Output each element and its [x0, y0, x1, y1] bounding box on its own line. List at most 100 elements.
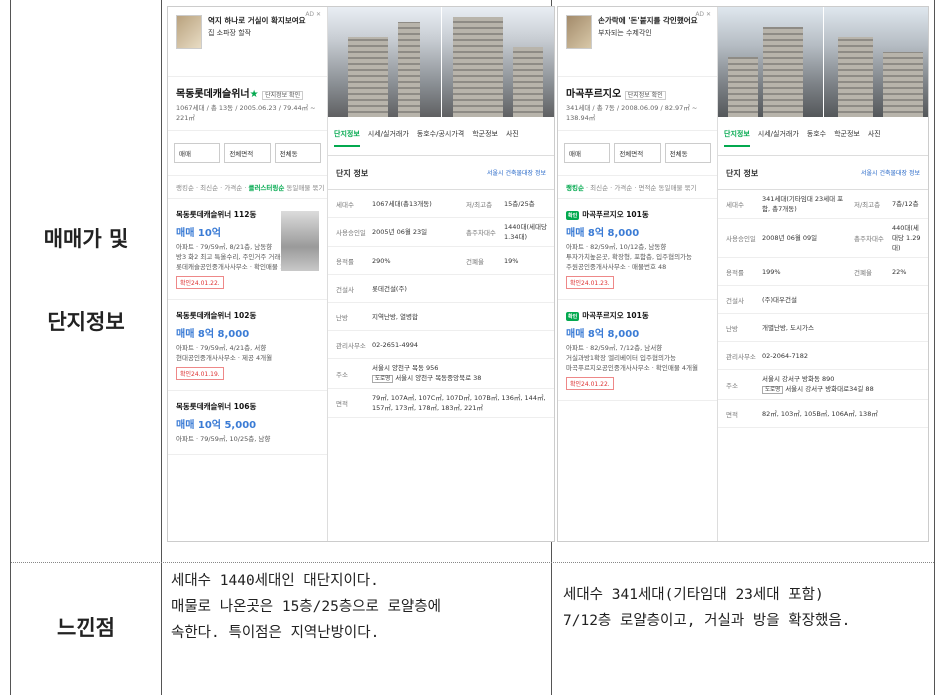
- info-row: 난방 지역난방, 열병합: [328, 303, 554, 331]
- complex-photo[interactable]: [328, 7, 554, 117]
- sort-ranking[interactable]: 랭킹순: [176, 184, 194, 192]
- ad-sub: 부자되는 수제각인: [598, 29, 652, 37]
- detail-panel: 단지정보 시세/실거래가 동호수/공시가격 학군정보 사진 단지 정보 서울시 건…: [328, 7, 554, 541]
- sort-area[interactable]: 면적순: [638, 184, 656, 192]
- listing-desc: 아파트 · 82/59㎡, 7/12층, 남서향: [566, 344, 663, 352]
- star-icon: ★: [249, 89, 259, 100]
- complex-summary: 1067세대 / 총 13동 / 2005.06.23 / 79.44㎡ ~ 2…: [168, 102, 327, 131]
- ad-image: [566, 15, 592, 49]
- filter-trade-type[interactable]: 매매: [174, 143, 221, 163]
- right-screenshot: 손가락에 '돈'붙지를 각인했어요 부자되는 수제각인 AD ✕ 마곡푸르지오 단…: [557, 6, 929, 542]
- list-item[interactable]: 목동롯데캐슬위너 106동 매매 10억 5,000 아파트 · 79/59㎡,…: [168, 391, 327, 455]
- tab-units[interactable]: 동호수: [807, 129, 826, 147]
- row-divider: [11, 562, 934, 563]
- tab-photos[interactable]: 사진: [506, 129, 519, 147]
- tab-complex-info[interactable]: 단지정보: [724, 129, 750, 147]
- ad-banner[interactable]: 역지 하나로 거실이 확지보여요 집 소파장 할작 AD ✕: [168, 7, 327, 77]
- listing-desc: 아파트 · 79/59㎡, 4/21층, 서향: [176, 344, 267, 352]
- filter-area[interactable]: 전체면적: [224, 143, 271, 163]
- sort-latest[interactable]: 최신순: [200, 184, 218, 192]
- confirm-date: 확인24.01.19.: [176, 367, 224, 380]
- filter-building[interactable]: 전체동: [664, 143, 711, 163]
- listing-title: 목동롯데캐슬위너 102동: [176, 311, 257, 320]
- detail-panel: 단지정보 시세/실거래가 동호수 학군정보 사진 단지 정보 서울시 건축물대장 …: [718, 7, 928, 541]
- list-item[interactable]: 확인 마곡푸르지오 101동 매매 8억 8,000 아파트 · 82/59㎡, …: [558, 199, 717, 300]
- note-line: 매물로 나온곳은 15층/25층으로 로얄층에: [171, 599, 441, 615]
- listing-agent: 현대공인중개사사무소 · 제공 4개월: [176, 354, 273, 362]
- label-line-2: 단지정보: [47, 310, 125, 334]
- info-row: 사용승인일 2005년 06월 23일 총주차대수 1440대(세대당 1.34대): [328, 218, 554, 247]
- tab-units[interactable]: 동호수/공시가격: [417, 129, 464, 147]
- label-impressions-text: 느낀점: [57, 616, 115, 640]
- label-price-info: 매매가 및 단지정보: [11, 0, 161, 562]
- info-row: 면적 82㎡, 103㎡, 105B㎡, 106A㎡, 138㎡: [718, 400, 928, 428]
- group-toggle[interactable]: 동일매물 묶기: [286, 184, 324, 192]
- filter-trade-type[interactable]: 매매: [564, 143, 611, 163]
- divider: [161, 0, 162, 695]
- info-row: 사용승인일 2008년 06월 09일 총주차대수 440대(세대당 1.29대): [718, 219, 928, 258]
- listing-thumbnail[interactable]: [281, 211, 319, 271]
- info-row: 난방 개별난방, 도시가스: [718, 314, 928, 342]
- note-line: 속한다. 특이점은 지역난방이다.: [171, 625, 380, 641]
- filter-building[interactable]: 전체동: [274, 143, 321, 163]
- ad-title: 역지 하나로 거실이 확지보여요: [208, 16, 306, 25]
- sort-active[interactable]: 랭킹순: [566, 184, 584, 192]
- listing-title: 마곡푸르지오 101동: [582, 311, 649, 320]
- section-header: 단지 정보 서울시 건축물대장 정보: [718, 156, 928, 190]
- sort-latest[interactable]: 최신순: [590, 184, 608, 192]
- listing-agent: 마곡푸르지오공인중개사사무소 · 확인매물 4개월: [566, 364, 699, 372]
- filter-area[interactable]: 전체면적: [614, 143, 661, 163]
- complex-photo[interactable]: [718, 7, 928, 117]
- info-row: 관리사무소 02-2064-7182: [718, 342, 928, 370]
- verify-badge[interactable]: 단지정보 확인: [262, 91, 304, 100]
- tab-price[interactable]: 시세/실거래가: [758, 129, 799, 147]
- confirm-date: 확인24.01.22.: [176, 276, 224, 289]
- info-row: 면적 79㎡, 107A㎡, 107C㎡, 107D㎡, 107B㎡, 136㎡,…: [328, 389, 554, 418]
- left-screenshot: 역지 하나로 거실이 확지보여요 집 소파장 할작 AD ✕ 목동롯데캐슬위너★ …: [167, 6, 555, 542]
- sort-price[interactable]: 가격순: [614, 184, 632, 192]
- note-line: 세대수 341세대(기타임대 23세대 포함): [563, 587, 824, 603]
- tab-school[interactable]: 학군정보: [472, 129, 498, 147]
- complex-summary: 341세대 / 총 7동 / 2008.06.09 / 82.97㎡ ~ 138…: [558, 102, 717, 131]
- list-item[interactable]: 목동롯데캐슬위너 112동 매매 10억 아파트 · 79/59㎡, 8/21층…: [168, 199, 327, 300]
- sort-price[interactable]: 가격순: [224, 184, 242, 192]
- group-toggle[interactable]: 동일매물 묶기: [659, 184, 697, 192]
- comparison-table: 매매가 및 단지정보 느낀점 역지 하나로 거실이 확지보여요 집 소파장 할작 …: [10, 0, 935, 695]
- verified-icon: 확인: [566, 311, 580, 321]
- listing-price: 매매 8억 8,000: [566, 228, 640, 239]
- tab-school[interactable]: 학군정보: [834, 129, 860, 147]
- sort-bar: 랭킹순 · 최신순 · 가격순 · 면적순 동일매물 묶기: [558, 176, 717, 199]
- detail-tabs: 단지정보 시세/실거래가 동호수/공시가격 학군정보 사진: [328, 117, 554, 156]
- ad-close-icon[interactable]: AD ✕: [305, 11, 321, 18]
- listing-desc: 아파트 · 82/59㎡, 10/12층, 남동향: [566, 243, 667, 251]
- listing-column: 역지 하나로 거실이 확지보여요 집 소파장 할작 AD ✕ 목동롯데캐슬위너★ …: [168, 7, 328, 541]
- label-impressions: 느낀점: [11, 562, 161, 695]
- list-item[interactable]: 목동롯데캐슬위너 102동 매매 8억 8,000 아파트 · 79/59㎡, …: [168, 300, 327, 391]
- info-row: 주소 서울시 양천구 목동 956 도로명 서울시 양천구 목동중앙북로 38: [328, 359, 554, 389]
- listing-price: 매매 8억 8,000: [176, 329, 250, 340]
- sort-active[interactable]: 클러스터링순: [248, 184, 284, 192]
- info-row: 용적률 290% 건폐율 19%: [328, 247, 554, 275]
- list-item[interactable]: 확인 마곡푸르지오 101동 매매 8억 8,000 아파트 · 82/59㎡, …: [558, 300, 717, 401]
- ad-image: [176, 15, 202, 49]
- note-line: 7/12층 로얄층이고, 거실과 방을 확장했음.: [563, 613, 851, 629]
- listing-price: 매매 10억 5,000: [176, 420, 257, 431]
- info-row: 건설사 (주)대우건설: [718, 286, 928, 314]
- registry-link[interactable]: 서울시 건축물대장 정보: [487, 168, 546, 179]
- listing-column: 손가락에 '돈'붙지를 각인했어요 부자되는 수제각인 AD ✕ 마곡푸르지오 단…: [558, 7, 718, 541]
- ad-close-icon[interactable]: AD ✕: [695, 11, 711, 18]
- ad-banner[interactable]: 손가락에 '돈'붙지를 각인했어요 부자되는 수제각인 AD ✕: [558, 7, 717, 77]
- tab-complex-info[interactable]: 단지정보: [334, 129, 360, 147]
- note-line: 세대수 1440세대인 대단지이다.: [171, 573, 379, 589]
- tab-photos[interactable]: 사진: [868, 129, 881, 147]
- info-row: 주소 서울시 강서구 방화동 890 도로명 서울시 강서구 방화대로34길 88: [718, 370, 928, 400]
- listing-title: 목동롯데캐슬위너 106동: [176, 402, 257, 411]
- info-row: 건설사 롯데건설(주): [328, 275, 554, 303]
- verify-badge[interactable]: 단지정보 확인: [624, 91, 666, 100]
- filter-bar: 매매 전체면적 전체동: [558, 131, 717, 176]
- tab-price[interactable]: 시세/실거래가: [368, 129, 409, 147]
- info-row: 관리사무소 02-2651-4994: [328, 331, 554, 359]
- info-row: 세대수 1067세대(총13개동) 저/최고층 15층/25층: [328, 190, 554, 218]
- section-header: 단지 정보 서울시 건축물대장 정보: [328, 156, 554, 190]
- registry-link[interactable]: 서울시 건축물대장 정보: [861, 168, 920, 179]
